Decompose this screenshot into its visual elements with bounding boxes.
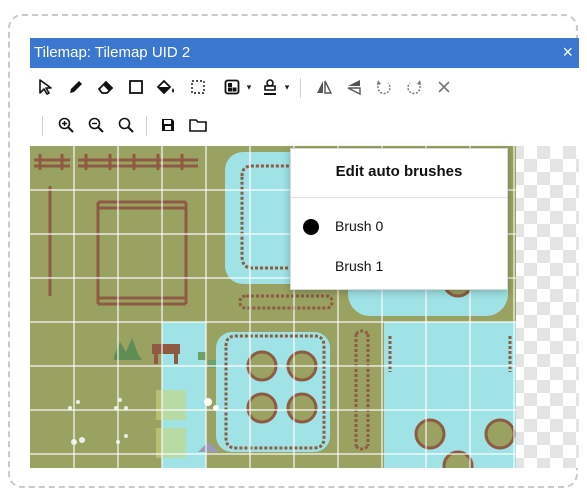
- fill-tool-button[interactable]: [152, 70, 180, 104]
- auto-brush-dropdown-menu: Edit auto brushes Brush 0 Brush 1: [290, 148, 508, 290]
- toolbar-separator: [42, 116, 43, 136]
- flip-vertical-button[interactable]: [340, 70, 368, 104]
- open-folder-button[interactable]: [184, 108, 212, 142]
- menu-divider: [291, 197, 507, 198]
- auto-brush-icon: [264, 79, 276, 95]
- rotate-cw-button[interactable]: [400, 70, 428, 104]
- zoom-in-icon: [58, 117, 74, 133]
- rotate-ccw-icon: [377, 80, 391, 95]
- menu-item-label: Brush 1: [335, 258, 384, 274]
- random-brush-button[interactable]: [218, 70, 246, 104]
- selection-icon: [191, 80, 205, 94]
- rectangle-icon: [129, 80, 143, 94]
- pencil-icon: [70, 81, 82, 93]
- clear-selection-button[interactable]: [430, 70, 458, 104]
- pointer-icon: [39, 79, 52, 95]
- zoom-out-button[interactable]: [82, 108, 110, 142]
- toolbar-row-2: [30, 108, 579, 142]
- tilemap-window: Tilemap: Tilemap UID 2 × ▾ ▾ Edit auto b…: [30, 38, 579, 468]
- auto-brush-dropdown-caret[interactable]: ▾: [282, 70, 292, 104]
- eraser-icon: [97, 80, 114, 94]
- fill-bucket-icon: [156, 79, 174, 95]
- zoom-out-icon: [88, 117, 104, 133]
- rectangle-tool-button[interactable]: [122, 70, 150, 104]
- pencil-tool-button[interactable]: [62, 70, 90, 104]
- menu-item-brush-0[interactable]: Brush 0: [291, 209, 507, 245]
- zoom-reset-button[interactable]: [112, 108, 140, 142]
- flip-horizontal-icon: [317, 80, 333, 94]
- rotate-ccw-button[interactable]: [370, 70, 398, 104]
- zoom-reset-icon: [118, 117, 134, 133]
- pointer-tool-button[interactable]: [32, 70, 60, 104]
- edit-auto-brushes-item[interactable]: Edit auto brushes: [291, 163, 507, 180]
- zoom-in-button[interactable]: [52, 108, 80, 142]
- selection-tool-button[interactable]: [184, 70, 212, 104]
- eraser-tool-button[interactable]: [92, 70, 120, 104]
- save-icon: [162, 119, 174, 131]
- random-brush-icon: [224, 79, 240, 95]
- selected-radio-icon: [303, 219, 319, 235]
- menu-item-brush-1[interactable]: Brush 1: [291, 249, 507, 285]
- folder-icon: [189, 119, 207, 132]
- flip-horizontal-button[interactable]: [310, 70, 338, 104]
- toolbar-separator: [300, 78, 301, 98]
- window-title: Tilemap: Tilemap UID 2: [34, 44, 191, 61]
- toolbar-row-1: ▾ ▾: [30, 70, 579, 104]
- auto-brush-button[interactable]: [256, 70, 284, 104]
- toolbar-separator: [146, 116, 147, 136]
- title-bar: Tilemap: Tilemap UID 2 ×: [30, 38, 579, 68]
- flip-vertical-icon: [347, 80, 361, 96]
- random-brush-dropdown-caret[interactable]: ▾: [244, 70, 254, 104]
- save-button[interactable]: [154, 108, 182, 142]
- menu-item-label: Brush 0: [335, 218, 384, 234]
- window-close-button[interactable]: ×: [562, 41, 573, 63]
- rotate-cw-icon: [407, 80, 421, 95]
- close-icon: [438, 81, 450, 93]
